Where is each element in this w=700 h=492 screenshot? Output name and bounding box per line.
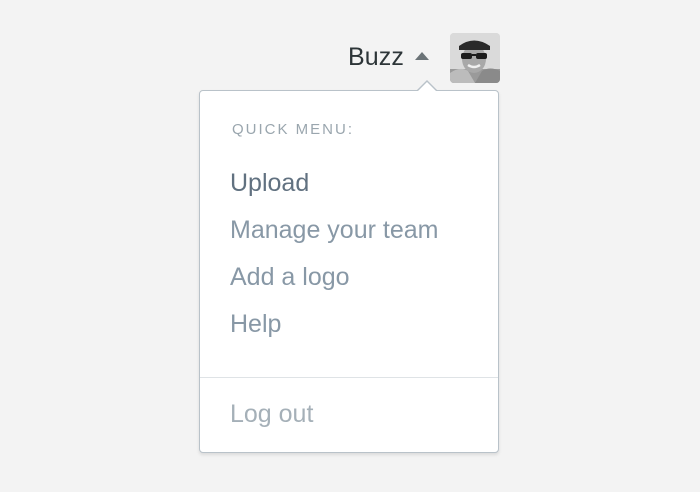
- menu-item-manage-team[interactable]: Manage your team: [230, 214, 438, 261]
- menu-pointer-fill: [417, 82, 437, 92]
- user-menu-toggle[interactable]: Buzz: [340, 30, 429, 84]
- avatar[interactable]: [450, 33, 500, 83]
- menu-heading: QUICK MENU:: [232, 121, 355, 138]
- menu-item-help[interactable]: Help: [230, 308, 438, 355]
- username-label: Buzz: [348, 42, 404, 71]
- menu-item-add-logo[interactable]: Add a logo: [230, 261, 438, 308]
- menu-divider: [200, 377, 498, 378]
- menu-item-upload[interactable]: Upload: [230, 167, 438, 214]
- caret-up-icon: [414, 51, 429, 60]
- quick-menu-dropdown: QUICK MENU: Upload Manage your team Add …: [199, 90, 499, 453]
- menu-list: Upload Manage your team Add a logo Help: [230, 167, 438, 355]
- user-avatar-icon: [450, 33, 500, 83]
- logout-link[interactable]: Log out: [230, 400, 313, 429]
